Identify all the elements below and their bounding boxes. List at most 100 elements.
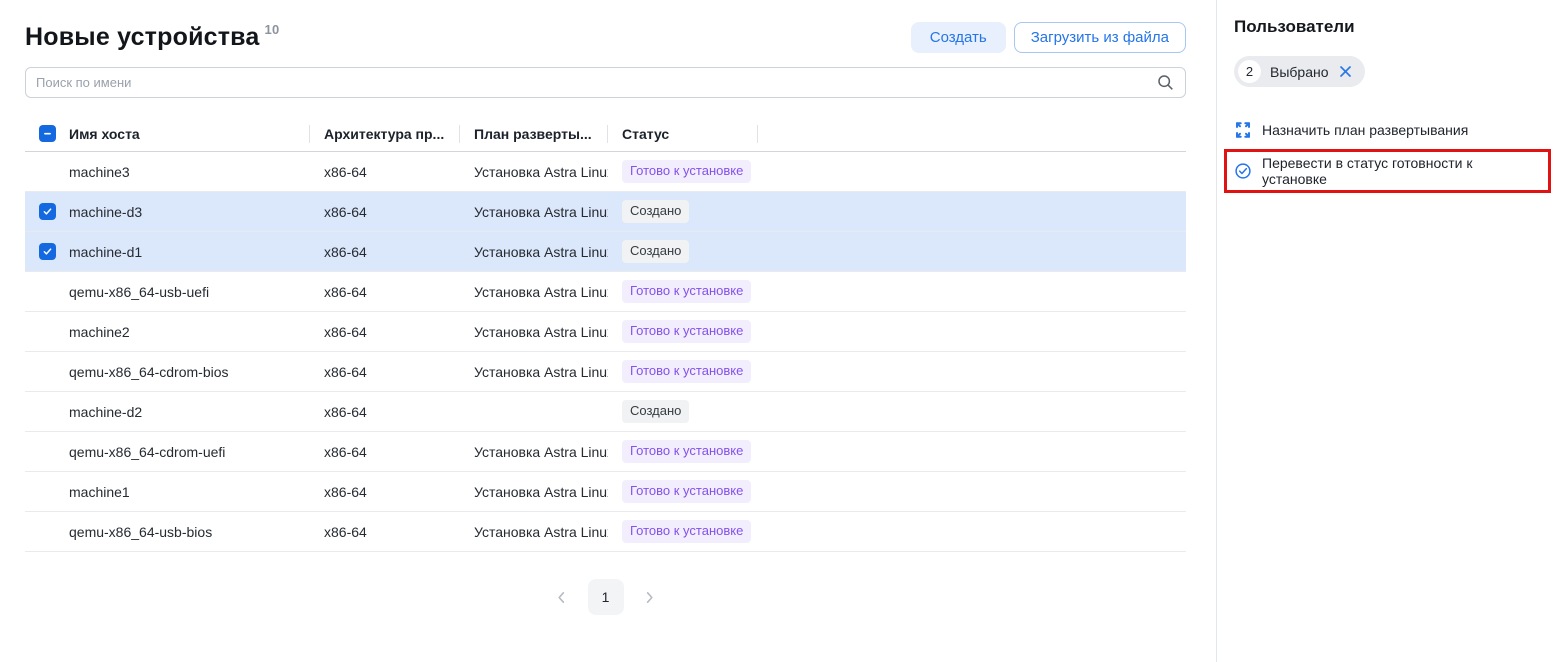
- devices-table: Имя хоста Архитектура пр... План разверт…: [25, 116, 1186, 552]
- table-row[interactable]: qemu-x86_64-cdrom-uefix86-64Установка As…: [25, 432, 1186, 472]
- table-row[interactable]: machine3x86-64Установка Astra LinuxГотов…: [25, 152, 1186, 192]
- status-cell: Готово к установке: [608, 432, 758, 471]
- upload-from-file-button[interactable]: Загрузить из файла: [1014, 22, 1186, 53]
- host-name: machine-d2: [69, 392, 310, 431]
- host-name: machine2: [69, 312, 310, 351]
- pagination: 1: [25, 579, 1186, 615]
- row-checkbox-cell: [25, 152, 69, 191]
- table-row[interactable]: machine2x86-64Установка Astra LinuxГотов…: [25, 312, 1186, 352]
- status-cell: Готово к установке: [608, 512, 758, 551]
- column-header-architecture[interactable]: Архитектура пр...: [310, 116, 460, 151]
- table-row[interactable]: qemu-x86_64-cdrom-biosx86-64Установка As…: [25, 352, 1186, 392]
- host-name: qemu-x86_64-cdrom-uefi: [69, 432, 310, 471]
- action-label: Назначить план развертывания: [1262, 122, 1468, 138]
- deploy-plan: [460, 392, 608, 431]
- host-name: machine-d1: [69, 232, 310, 271]
- architecture: x86-64: [310, 512, 460, 551]
- extra-cell: [758, 472, 1186, 511]
- column-header-deploy-plan[interactable]: План разверты...: [460, 116, 608, 151]
- table-row[interactable]: machine-d3x86-64Установка Astra LinuxСоз…: [25, 192, 1186, 232]
- select-all-checkbox[interactable]: [39, 125, 56, 142]
- architecture: x86-64: [310, 192, 460, 231]
- indeterminate-icon: [42, 128, 53, 139]
- search-input[interactable]: [25, 67, 1186, 98]
- host-name: machine1: [69, 472, 310, 511]
- table-row[interactable]: machine-d1x86-64Установка Astra LinuxСоз…: [25, 232, 1186, 272]
- status-badge: Готово к установке: [622, 440, 751, 463]
- architecture: x86-64: [310, 472, 460, 511]
- host-name: qemu-x86_64-usb-uefi: [69, 272, 310, 311]
- assign-deploy-plan-action[interactable]: Назначить план развертывания: [1234, 118, 1551, 142]
- deploy-plan: Установка Astra Linux: [460, 352, 608, 391]
- table-row[interactable]: qemu-x86_64-usb-biosx86-64Установка Astr…: [25, 512, 1186, 552]
- row-checkbox-cell: [25, 472, 69, 511]
- column-header-status[interactable]: Статус: [608, 116, 758, 151]
- column-header-extra: [758, 116, 1186, 151]
- deploy-plan: Установка Astra Linux: [460, 312, 608, 351]
- architecture: x86-64: [310, 352, 460, 391]
- toolbar: Создать Загрузить из файла: [911, 22, 1186, 53]
- extra-cell: [758, 232, 1186, 271]
- host-name: qemu-x86_64-cdrom-bios: [69, 352, 310, 391]
- table-row[interactable]: machine-d2x86-64 Создано: [25, 392, 1186, 432]
- set-ready-status-action[interactable]: Перевести в статус готовности к установк…: [1224, 149, 1551, 193]
- page-title-text: Новые устройства: [25, 23, 260, 51]
- status-badge: Готово к установке: [622, 480, 751, 503]
- status-cell: Готово к установке: [608, 312, 758, 351]
- check-circle-icon: [1234, 162, 1252, 180]
- users-panel: Пользователи 2 Выбрано Назначить план ра…: [1217, 0, 1564, 662]
- status-badge: Готово к установке: [622, 280, 751, 303]
- status-cell: Готово к установке: [608, 152, 758, 191]
- deploy-plan: Установка Astra Linux: [460, 472, 608, 511]
- deploy-plan: Установка Astra Linux: [460, 512, 608, 551]
- architecture: x86-64: [310, 272, 460, 311]
- extra-cell: [758, 512, 1186, 551]
- extra-cell: [758, 352, 1186, 391]
- prev-page-button[interactable]: [548, 583, 576, 611]
- assign-plan-icon: [1234, 121, 1252, 139]
- search-icon[interactable]: [1157, 74, 1174, 91]
- row-checkbox-cell: [25, 232, 69, 271]
- page-header: Новые устройства10 Создать Загрузить из …: [25, 0, 1186, 53]
- row-checkbox-cell: [25, 512, 69, 551]
- selected-count-chip[interactable]: 2 Выбрано: [1234, 56, 1365, 87]
- check-icon: [42, 206, 53, 217]
- create-button[interactable]: Создать: [911, 22, 1006, 53]
- extra-cell: [758, 272, 1186, 311]
- page-number-button[interactable]: 1: [588, 579, 624, 615]
- row-checkbox[interactable]: [39, 243, 56, 260]
- extra-cell: [758, 392, 1186, 431]
- table-row[interactable]: qemu-x86_64-usb-uefix86-64Установка Astr…: [25, 272, 1186, 312]
- chip-label: Выбрано: [1270, 64, 1329, 80]
- host-name: machine-d3: [69, 192, 310, 231]
- architecture: x86-64: [310, 392, 460, 431]
- status-badge: Создано: [622, 400, 689, 423]
- table-row[interactable]: machine1x86-64Установка Astra Linux Готов…: [25, 472, 1186, 512]
- table-body: machine3x86-64Установка Astra LinuxГотов…: [25, 152, 1186, 552]
- status-badge: Создано: [622, 200, 689, 223]
- check-icon: [42, 246, 53, 257]
- table-header: Имя хоста Архитектура пр... План разверт…: [25, 116, 1186, 152]
- architecture: x86-64: [310, 432, 460, 471]
- chip-count: 2: [1238, 60, 1261, 83]
- deploy-plan: Установка Astra Linux: [460, 152, 608, 191]
- row-checkbox-cell: [25, 352, 69, 391]
- deploy-plan: Установка Astra Linux: [460, 272, 608, 311]
- architecture: x86-64: [310, 152, 460, 191]
- status-badge: Готово к установке: [622, 520, 751, 543]
- chevron-right-icon: [642, 590, 657, 605]
- panel-title: Пользователи: [1234, 17, 1551, 37]
- clear-selection-icon[interactable]: [1338, 64, 1353, 79]
- row-checkbox-cell: [25, 192, 69, 231]
- next-page-button[interactable]: [636, 583, 664, 611]
- row-checkbox[interactable]: [39, 203, 56, 220]
- status-badge: Готово к установке: [622, 160, 751, 183]
- status-badge: Готово к установке: [622, 320, 751, 343]
- status-badge: Создано: [622, 240, 689, 263]
- column-header-hostname[interactable]: Имя хоста: [69, 116, 310, 151]
- status-cell: Готово к установке: [608, 352, 758, 391]
- row-checkbox-cell: [25, 272, 69, 311]
- action-label: Перевести в статус готовности к установк…: [1262, 155, 1540, 187]
- status-badge: Готово к установке: [622, 360, 751, 383]
- devices-page: Новые устройства10 Создать Загрузить из …: [0, 0, 1217, 662]
